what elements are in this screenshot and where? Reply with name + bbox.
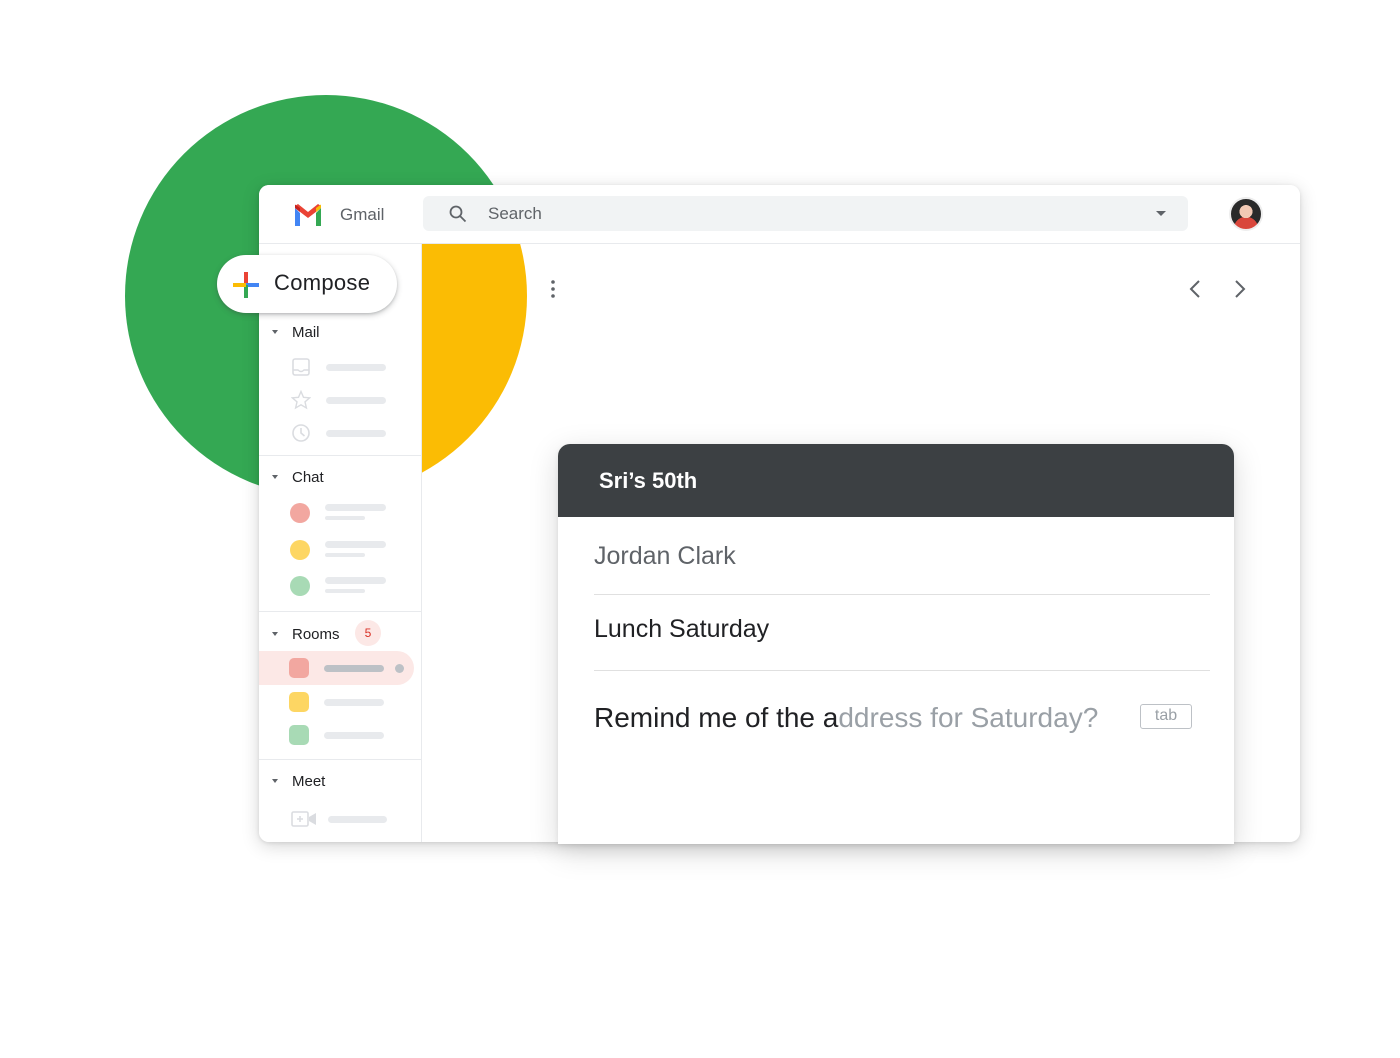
room-avatar	[289, 658, 309, 678]
compose-window: Sri’s 50th Jordan Clark Lunch Saturday R…	[558, 444, 1234, 844]
room-item[interactable]	[259, 687, 421, 717]
room-avatar	[289, 692, 309, 712]
collapse-caret-icon[interactable]	[272, 632, 278, 636]
placeholder-bar	[325, 541, 386, 548]
tab-accept-hint: tab	[1140, 704, 1192, 729]
compose-label: Compose	[274, 270, 371, 295]
placeholder-bar	[324, 732, 384, 739]
section-chat[interactable]: Chat	[259, 466, 421, 490]
decorative-yellow-circle	[422, 244, 542, 504]
section-mail[interactable]: Mail	[259, 321, 421, 345]
placeholder-bar	[325, 504, 386, 511]
chat-contact[interactable]	[259, 535, 421, 565]
sidebar-item-starred[interactable]	[259, 385, 421, 415]
gmail-logo-icon[interactable]	[293, 204, 323, 226]
divider	[259, 611, 421, 612]
room-item[interactable]	[259, 720, 421, 750]
sidebar-item-snoozed[interactable]	[259, 418, 421, 448]
unread-dot	[395, 664, 404, 673]
chevron-left-icon[interactable]	[1185, 278, 1207, 300]
plus-icon	[233, 272, 259, 298]
divider	[259, 759, 421, 760]
section-rooms[interactable]: Rooms 5	[259, 620, 421, 647]
to-field[interactable]: Jordan Clark	[594, 517, 1210, 595]
placeholder-bar	[326, 430, 386, 437]
chat-contact[interactable]	[259, 571, 421, 601]
placeholder-bar	[325, 516, 365, 520]
search-bar[interactable]: Search	[423, 196, 1188, 231]
search-options-caret-icon[interactable]	[1156, 211, 1166, 216]
inbox-icon	[292, 358, 310, 376]
contact-avatar	[290, 576, 310, 596]
message-body[interactable]: Remind me of the address for Saturday?	[594, 702, 1098, 734]
section-label: Rooms	[292, 626, 340, 643]
sidebar-item-inbox[interactable]	[259, 352, 421, 382]
contact-avatar	[290, 540, 310, 560]
subject-field[interactable]: Lunch Saturday	[594, 595, 1210, 671]
collapse-caret-icon[interactable]	[272, 330, 278, 334]
top-bar: Gmail Search	[259, 185, 1300, 244]
section-label: Chat	[292, 469, 324, 486]
placeholder-bar	[325, 589, 365, 593]
placeholder-bar	[325, 577, 386, 584]
placeholder-bar	[324, 699, 384, 706]
smart-compose-suggestion: ddress for Saturday?	[838, 702, 1099, 733]
account-avatar[interactable]	[1229, 197, 1263, 231]
compose-title: Sri’s 50th	[599, 468, 698, 493]
search-input[interactable]: Search	[488, 204, 542, 224]
room-avatar	[289, 725, 309, 745]
brand-name: Gmail	[340, 205, 385, 224]
sidebar: Mail Chat Rooms 5 Meet	[259, 244, 422, 842]
compose-button[interactable]: Compose	[217, 255, 397, 313]
video-icon	[291, 811, 316, 827]
clock-icon	[292, 424, 310, 442]
contact-avatar	[290, 503, 310, 523]
chevron-right-icon[interactable]	[1228, 278, 1250, 300]
collapse-caret-icon[interactable]	[272, 779, 278, 783]
unread-badge: 5	[355, 620, 381, 646]
chat-contact[interactable]	[259, 498, 421, 528]
section-label: Mail	[292, 324, 320, 341]
star-icon	[291, 390, 311, 410]
search-icon[interactable]	[449, 205, 467, 223]
placeholder-bar	[326, 364, 386, 371]
placeholder-bar	[328, 816, 387, 823]
subject-input[interactable]: Lunch Saturday	[594, 615, 769, 644]
room-item[interactable]	[259, 653, 421, 683]
compose-header: Sri’s 50th	[558, 444, 1234, 517]
section-meet[interactable]: Meet	[259, 770, 421, 794]
sidebar-item-new-meeting[interactable]	[259, 804, 421, 834]
typed-text: Remind me of the a	[594, 702, 839, 733]
section-label: Meet	[292, 773, 326, 790]
placeholder-bar	[324, 665, 384, 672]
placeholder-bar	[325, 553, 365, 557]
more-vert-icon[interactable]	[550, 279, 556, 299]
placeholder-bar	[326, 397, 386, 404]
collapse-caret-icon[interactable]	[272, 475, 278, 479]
divider	[259, 455, 421, 456]
recipient[interactable]: Jordan Clark	[594, 542, 736, 571]
